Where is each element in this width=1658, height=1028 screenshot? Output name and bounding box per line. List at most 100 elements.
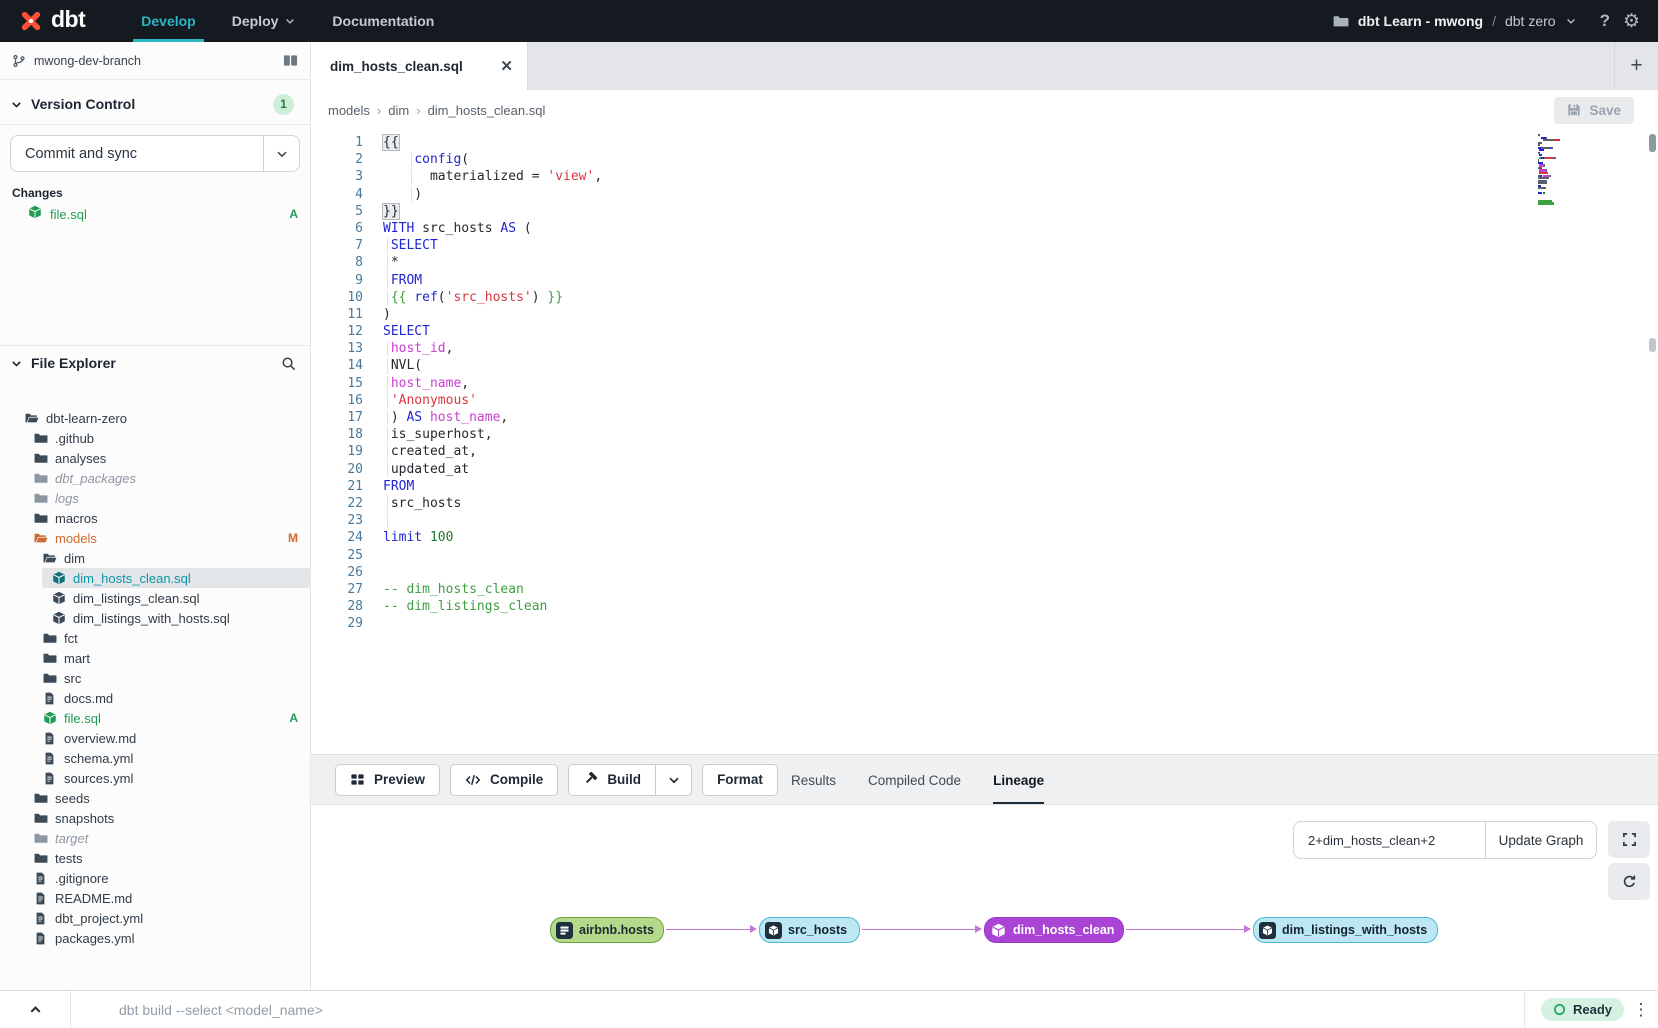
branch-row[interactable]: mwong-dev-branch	[0, 42, 310, 80]
tree-folder-src[interactable]: src	[0, 668, 310, 688]
tree-folder-snapshots[interactable]: snapshots	[0, 808, 310, 828]
tree-file-.gitignore[interactable]: .gitignore	[0, 868, 310, 888]
save-button[interactable]: Save	[1554, 97, 1634, 124]
tree-folder-macros[interactable]: macros	[0, 508, 310, 528]
tree-folder-target[interactable]: target	[0, 828, 310, 848]
code-editor[interactable]: 1{{2 config(3 materialized = 'view',4 )5…	[311, 130, 1658, 754]
tree-folder-seeds[interactable]: seeds	[0, 788, 310, 808]
changes-list: file.sqlA	[0, 204, 310, 224]
nav-item-label: Documentation	[332, 13, 434, 29]
commit-options-caret[interactable]	[263, 136, 299, 171]
tree-file-dim_listings_with_hosts.sql[interactable]: dim_listings_with_hosts.sql	[0, 608, 310, 628]
tree-file-schema.yml[interactable]: schema.yml	[0, 748, 310, 768]
tree-item-label: snapshots	[55, 811, 114, 826]
gear-icon[interactable]: ⚙	[1623, 10, 1640, 33]
new-tab-button[interactable]: +	[1614, 42, 1658, 90]
line-number: 25	[311, 547, 363, 564]
line-number: 28	[311, 598, 363, 615]
tab-compiled-code[interactable]: Compiled Code	[868, 755, 961, 805]
tree-file-dbt_project.yml[interactable]: dbt_project.yml	[0, 908, 310, 928]
tree-folder-mart[interactable]: mart	[0, 648, 310, 668]
folder-icon	[33, 511, 48, 525]
dbt-logo[interactable]: dbt	[18, 8, 85, 34]
preview-button[interactable]: Preview	[335, 764, 440, 796]
tree-folder-tests[interactable]: tests	[0, 848, 310, 868]
search-icon[interactable]	[281, 356, 296, 371]
code-line: 17 ) AS host_name,	[311, 409, 602, 426]
tree-folder-dim[interactable]: dim	[0, 548, 310, 568]
nav-item-deploy[interactable]: Deploy	[214, 0, 315, 42]
project-name[interactable]: dbt Learn - mwong	[1358, 13, 1483, 29]
environment-caret-icon[interactable]	[1565, 15, 1577, 27]
tab-results[interactable]: Results	[791, 755, 836, 805]
build-options-caret[interactable]	[655, 765, 691, 795]
build-button[interactable]: Build	[569, 765, 655, 795]
code-line: 5}}	[311, 203, 602, 220]
tree-folder-dbt_packages[interactable]: dbt_packages	[0, 468, 310, 488]
breadcrumb-row: models›dim›dim_hosts_clean.sql Save	[311, 90, 1658, 130]
tree-file-file.sql[interactable]: file.sqlA	[0, 708, 310, 728]
environment-name[interactable]: dbt zero	[1505, 13, 1556, 29]
file-tab[interactable]: dim_hosts_clean.sql ✕	[311, 42, 528, 90]
code-line: 26	[311, 564, 602, 581]
tree-folder-.github[interactable]: .github	[0, 428, 310, 448]
breadcrumb: models›dim›dim_hosts_clean.sql	[328, 103, 545, 118]
split-panes-icon[interactable]	[283, 53, 298, 68]
tree-file-sources.yml[interactable]: sources.yml	[0, 768, 310, 788]
tree-file-dim_hosts_clean.sql[interactable]: dim_hosts_clean.sql	[42, 568, 310, 588]
lineage-node-src_hosts[interactable]: src_hosts	[759, 917, 860, 943]
nav-item-documentation[interactable]: Documentation	[314, 0, 452, 42]
tree-file-docs.md[interactable]: docs.md	[0, 688, 310, 708]
indent-guide	[387, 513, 388, 528]
lineage-node-dim_hosts_clean[interactable]: dim_hosts_clean	[984, 917, 1124, 943]
breadcrumb-item[interactable]: dim	[388, 103, 409, 118]
tree-folder-fct[interactable]: fct	[0, 628, 310, 648]
line-number: 19	[311, 443, 363, 460]
hammer-icon	[583, 771, 598, 789]
tree-file-packages.yml[interactable]: packages.yml	[0, 928, 310, 948]
commit-and-sync-button[interactable]: Commit and sync	[10, 135, 300, 172]
format-label: Format	[717, 772, 763, 787]
tree-folder-dbt-learn-zero[interactable]: dbt-learn-zero	[0, 408, 310, 428]
tree-item-label: dbt_project.yml	[55, 911, 143, 926]
tree-folder-models[interactable]: modelsM	[0, 528, 310, 548]
breadcrumb-item[interactable]: dim_hosts_clean.sql	[428, 103, 546, 118]
code-line: 7 SELECT	[311, 237, 602, 254]
code-line: 29	[311, 615, 602, 632]
line-number: 15	[311, 375, 363, 392]
commit-and-sync-label[interactable]: Commit and sync	[11, 136, 263, 171]
tree-folder-analyses[interactable]: analyses	[0, 448, 310, 468]
dbt-command-input[interactable]	[71, 992, 1524, 1028]
minimap[interactable]	[1538, 134, 1572, 207]
file-tab-title: dim_hosts_clean.sql	[330, 59, 463, 74]
model-cube-icon	[28, 205, 42, 224]
tree-file-dim_listings_clean.sql[interactable]: dim_listings_clean.sql	[0, 588, 310, 608]
tree-file-README.md[interactable]: README.md	[0, 888, 310, 908]
tab-lineage[interactable]: Lineage	[993, 755, 1044, 805]
tree-item-label: analyses	[55, 451, 106, 466]
breadcrumb-item[interactable]: models	[328, 103, 370, 118]
format-button[interactable]: Format	[702, 764, 778, 796]
file-explorer-header[interactable]: File Explorer	[0, 346, 310, 380]
folder-icon	[42, 671, 57, 685]
tree-folder-logs[interactable]: logs	[0, 488, 310, 508]
lineage-panel: Update Graph airbnb.hostssrc_hostsdim_ho…	[311, 804, 1658, 990]
ready-circle-icon	[1553, 1003, 1566, 1016]
tree-file-overview.md[interactable]: overview.md	[0, 728, 310, 748]
tree-item-label: dim_listings_with_hosts.sql	[73, 611, 230, 626]
nav-item-develop[interactable]: Develop	[123, 0, 213, 42]
lineage-node-label: airbnb.hosts	[579, 923, 654, 937]
close-tab-icon[interactable]: ✕	[500, 57, 513, 75]
lineage-node-dim_listings_with_hosts[interactable]: dim_listings_with_hosts	[1253, 917, 1438, 943]
expand-panel-chevron[interactable]	[0, 991, 70, 1028]
compile-button[interactable]: Compile	[450, 764, 558, 796]
scrollbar-thumb[interactable]	[1649, 134, 1656, 152]
results-tab-bar: Results Compiled Code Lineage	[791, 755, 1044, 805]
project-folder-icon	[1333, 13, 1349, 29]
line-number: 26	[311, 564, 363, 581]
changed-file-row[interactable]: file.sqlA	[0, 204, 310, 224]
kebab-menu-icon[interactable]: ⋮	[1624, 999, 1658, 1021]
version-control-header[interactable]: Version Control 1	[0, 86, 310, 122]
lineage-node-airbnb.hosts[interactable]: airbnb.hosts	[550, 917, 664, 943]
help-icon[interactable]: ?	[1600, 11, 1610, 31]
